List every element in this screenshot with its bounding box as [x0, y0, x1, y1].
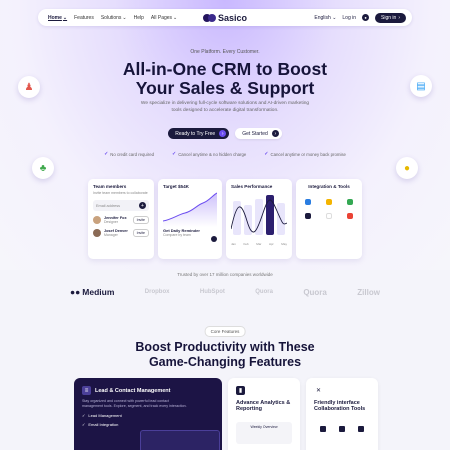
- nav-features[interactable]: Features: [74, 15, 94, 21]
- hero-subtitle: We specialize in delivering full-cycle s…: [140, 101, 310, 113]
- quora-logo-small: Quora: [255, 289, 273, 295]
- hero-eyebrow: One Platform. Every Customer.: [190, 49, 260, 55]
- brand-name: Sasico: [217, 12, 248, 23]
- nav-right: English ⌄ Log in ● Sign in ›: [314, 12, 406, 23]
- nav-help[interactable]: Help: [134, 15, 144, 21]
- nav-all-pages[interactable]: All Pages ⌄: [151, 15, 177, 21]
- nav-home[interactable]: Home ⌄: [48, 15, 67, 21]
- check-icon: ✓: [82, 422, 86, 427]
- quora-logo: Quora: [303, 287, 327, 297]
- arrow-right-icon: ›: [219, 130, 227, 137]
- user-icon[interactable]: ●: [362, 14, 370, 21]
- check-icon: ✓: [264, 151, 269, 157]
- chevron-down-icon: ⌄: [173, 14, 178, 21]
- dropbox-icon: [304, 199, 311, 205]
- invite-button[interactable]: Invite: [132, 229, 149, 237]
- check-item: ✓ Cancel anytime or money back promise: [264, 151, 346, 157]
- card-title: Sales Performance: [231, 184, 273, 189]
- card-title: Advance Analytics & Reporting: [236, 400, 291, 412]
- card-title: ≡ Lead & Contact Management: [82, 386, 214, 395]
- feature-item: ✓ Email Integration: [82, 422, 119, 427]
- member-row: Jennifer Fox Designer Invite: [93, 216, 149, 224]
- check-icon: ✓: [104, 151, 109, 157]
- login-link[interactable]: Log in: [342, 15, 356, 21]
- card-title: Team members: [93, 184, 127, 189]
- message-icon: ●: [396, 157, 418, 179]
- top-navbar: Home ⌄ Features Solutions ⌄ Help All Pages…: [38, 9, 412, 26]
- tools-icon: ✕: [315, 388, 322, 394]
- sales-chart: [230, 195, 288, 235]
- check-icon: ✓: [171, 151, 177, 157]
- team-members-card: Team members Invite team members to coll…: [88, 179, 154, 259]
- nav-links: Home ⌄ Features Solutions ⌄ Help All Pages…: [48, 15, 177, 21]
- lead-mockup: [140, 430, 220, 450]
- integrations-card: Integration & Tools: [296, 179, 362, 259]
- hero-title-line2: Your Sales & Support: [135, 78, 315, 98]
- layers-icon: ≡: [82, 386, 91, 395]
- card-title: Friendly interface Collaboration Tools: [314, 400, 366, 412]
- crm-user-icon: ♟: [18, 76, 40, 98]
- chat-icon: ▤: [410, 75, 432, 97]
- member-row: Josef Denver Manager Invite: [93, 229, 149, 237]
- avatar: [93, 229, 101, 237]
- collab-icons: [314, 426, 370, 432]
- lead-management-card[interactable]: ≡ Lead & Contact Management Stay organize…: [74, 378, 222, 450]
- try-free-button[interactable]: Ready to Try Free ›: [168, 128, 230, 139]
- check-item: ✓ Cancel anytime & no hidden charge: [171, 151, 247, 157]
- get-started-button[interactable]: Get Started ›: [235, 128, 282, 139]
- hero-title-line1: All-in-One CRM to Boost: [122, 59, 328, 79]
- reminder-sub: Compare by team: [163, 233, 191, 237]
- language-select[interactable]: English ⌄: [314, 15, 336, 21]
- card-title: Integration & Tools: [308, 184, 350, 189]
- features-title-line1: Boost Productivity with These: [135, 340, 315, 354]
- gmail-icon: [347, 213, 354, 219]
- month-labels: Jan Feb Mar Apr May: [231, 242, 287, 246]
- notion-icon: [304, 213, 311, 219]
- leaf-icon: ♣: [32, 157, 54, 179]
- section-tag: Core Features: [204, 326, 246, 337]
- check-icon: ✓: [82, 413, 86, 418]
- chart-icon: ▮: [236, 386, 245, 395]
- sheets-icon: [347, 199, 354, 205]
- integration-icons: [301, 199, 357, 219]
- nav-solutions[interactable]: Solutions ⌄: [101, 15, 127, 21]
- sales-performance-card: Sales Performance Jan Feb Mar Apr May: [226, 179, 292, 259]
- logo-icon: [202, 13, 216, 22]
- hero-checklist: ✓ No credit card required ✓ Cancel anytime…: [0, 151, 450, 157]
- chevron-down-icon: ⌄: [122, 14, 127, 21]
- blank-icon: [325, 213, 332, 219]
- trusted-text: Trusted by over 17 million companies wor…: [177, 272, 273, 277]
- zillow-logo: Zillow: [357, 287, 380, 297]
- hubspot-logo: HubSpot: [199, 289, 225, 295]
- check-item: ✓ No credit card required: [104, 151, 154, 157]
- email-input[interactable]: Email address +: [93, 200, 149, 211]
- card-desc: Stay organized and connect with powerful…: [82, 399, 187, 408]
- card-title: Target $54K: [163, 184, 189, 189]
- arrow-right-icon: ›: [271, 130, 279, 137]
- weekly-overview: Weekly Overview: [236, 422, 292, 444]
- features-title-line2: Game-Changing Features: [148, 354, 302, 369]
- target-line-chart: [162, 192, 218, 227]
- avatar: [93, 216, 101, 224]
- analytics-card[interactable]: ▮ Advance Analytics & Reporting Weekly O…: [228, 378, 300, 450]
- brand-logo[interactable]: Sasico: [202, 12, 248, 23]
- target-card: Target $54K Get Daily Reminder Compare b…: [158, 179, 222, 259]
- signin-button[interactable]: Sign in ›: [375, 12, 406, 23]
- features-title: Boost Productivity with These Game-Chang…: [0, 340, 450, 369]
- dropbox-logo: Dropbox: [144, 289, 170, 295]
- medium-logo: ●● Medium: [70, 287, 115, 297]
- toggle-icon[interactable]: [211, 236, 217, 242]
- hero-cta-group: Ready to Try Free › Get Started ›: [0, 128, 450, 139]
- card-subtitle: Invite team members to collaborate: [93, 191, 148, 195]
- chevron-down-icon: ⌄: [62, 14, 68, 21]
- drive-icon: [325, 199, 332, 205]
- hero-title: All-in-One CRM to Boost Your Sales & Sup…: [0, 60, 450, 98]
- brand-logos: ●● Medium Dropbox HubSpot Quora Quora Zil…: [70, 287, 380, 297]
- plus-icon[interactable]: +: [139, 202, 146, 209]
- invite-button[interactable]: Invite: [132, 216, 149, 224]
- feature-item: ✓ Lead Management: [82, 413, 122, 418]
- arrow-right-icon: ›: [398, 14, 400, 21]
- collaboration-card[interactable]: ✕ Friendly interface Collaboration Tools: [306, 378, 378, 450]
